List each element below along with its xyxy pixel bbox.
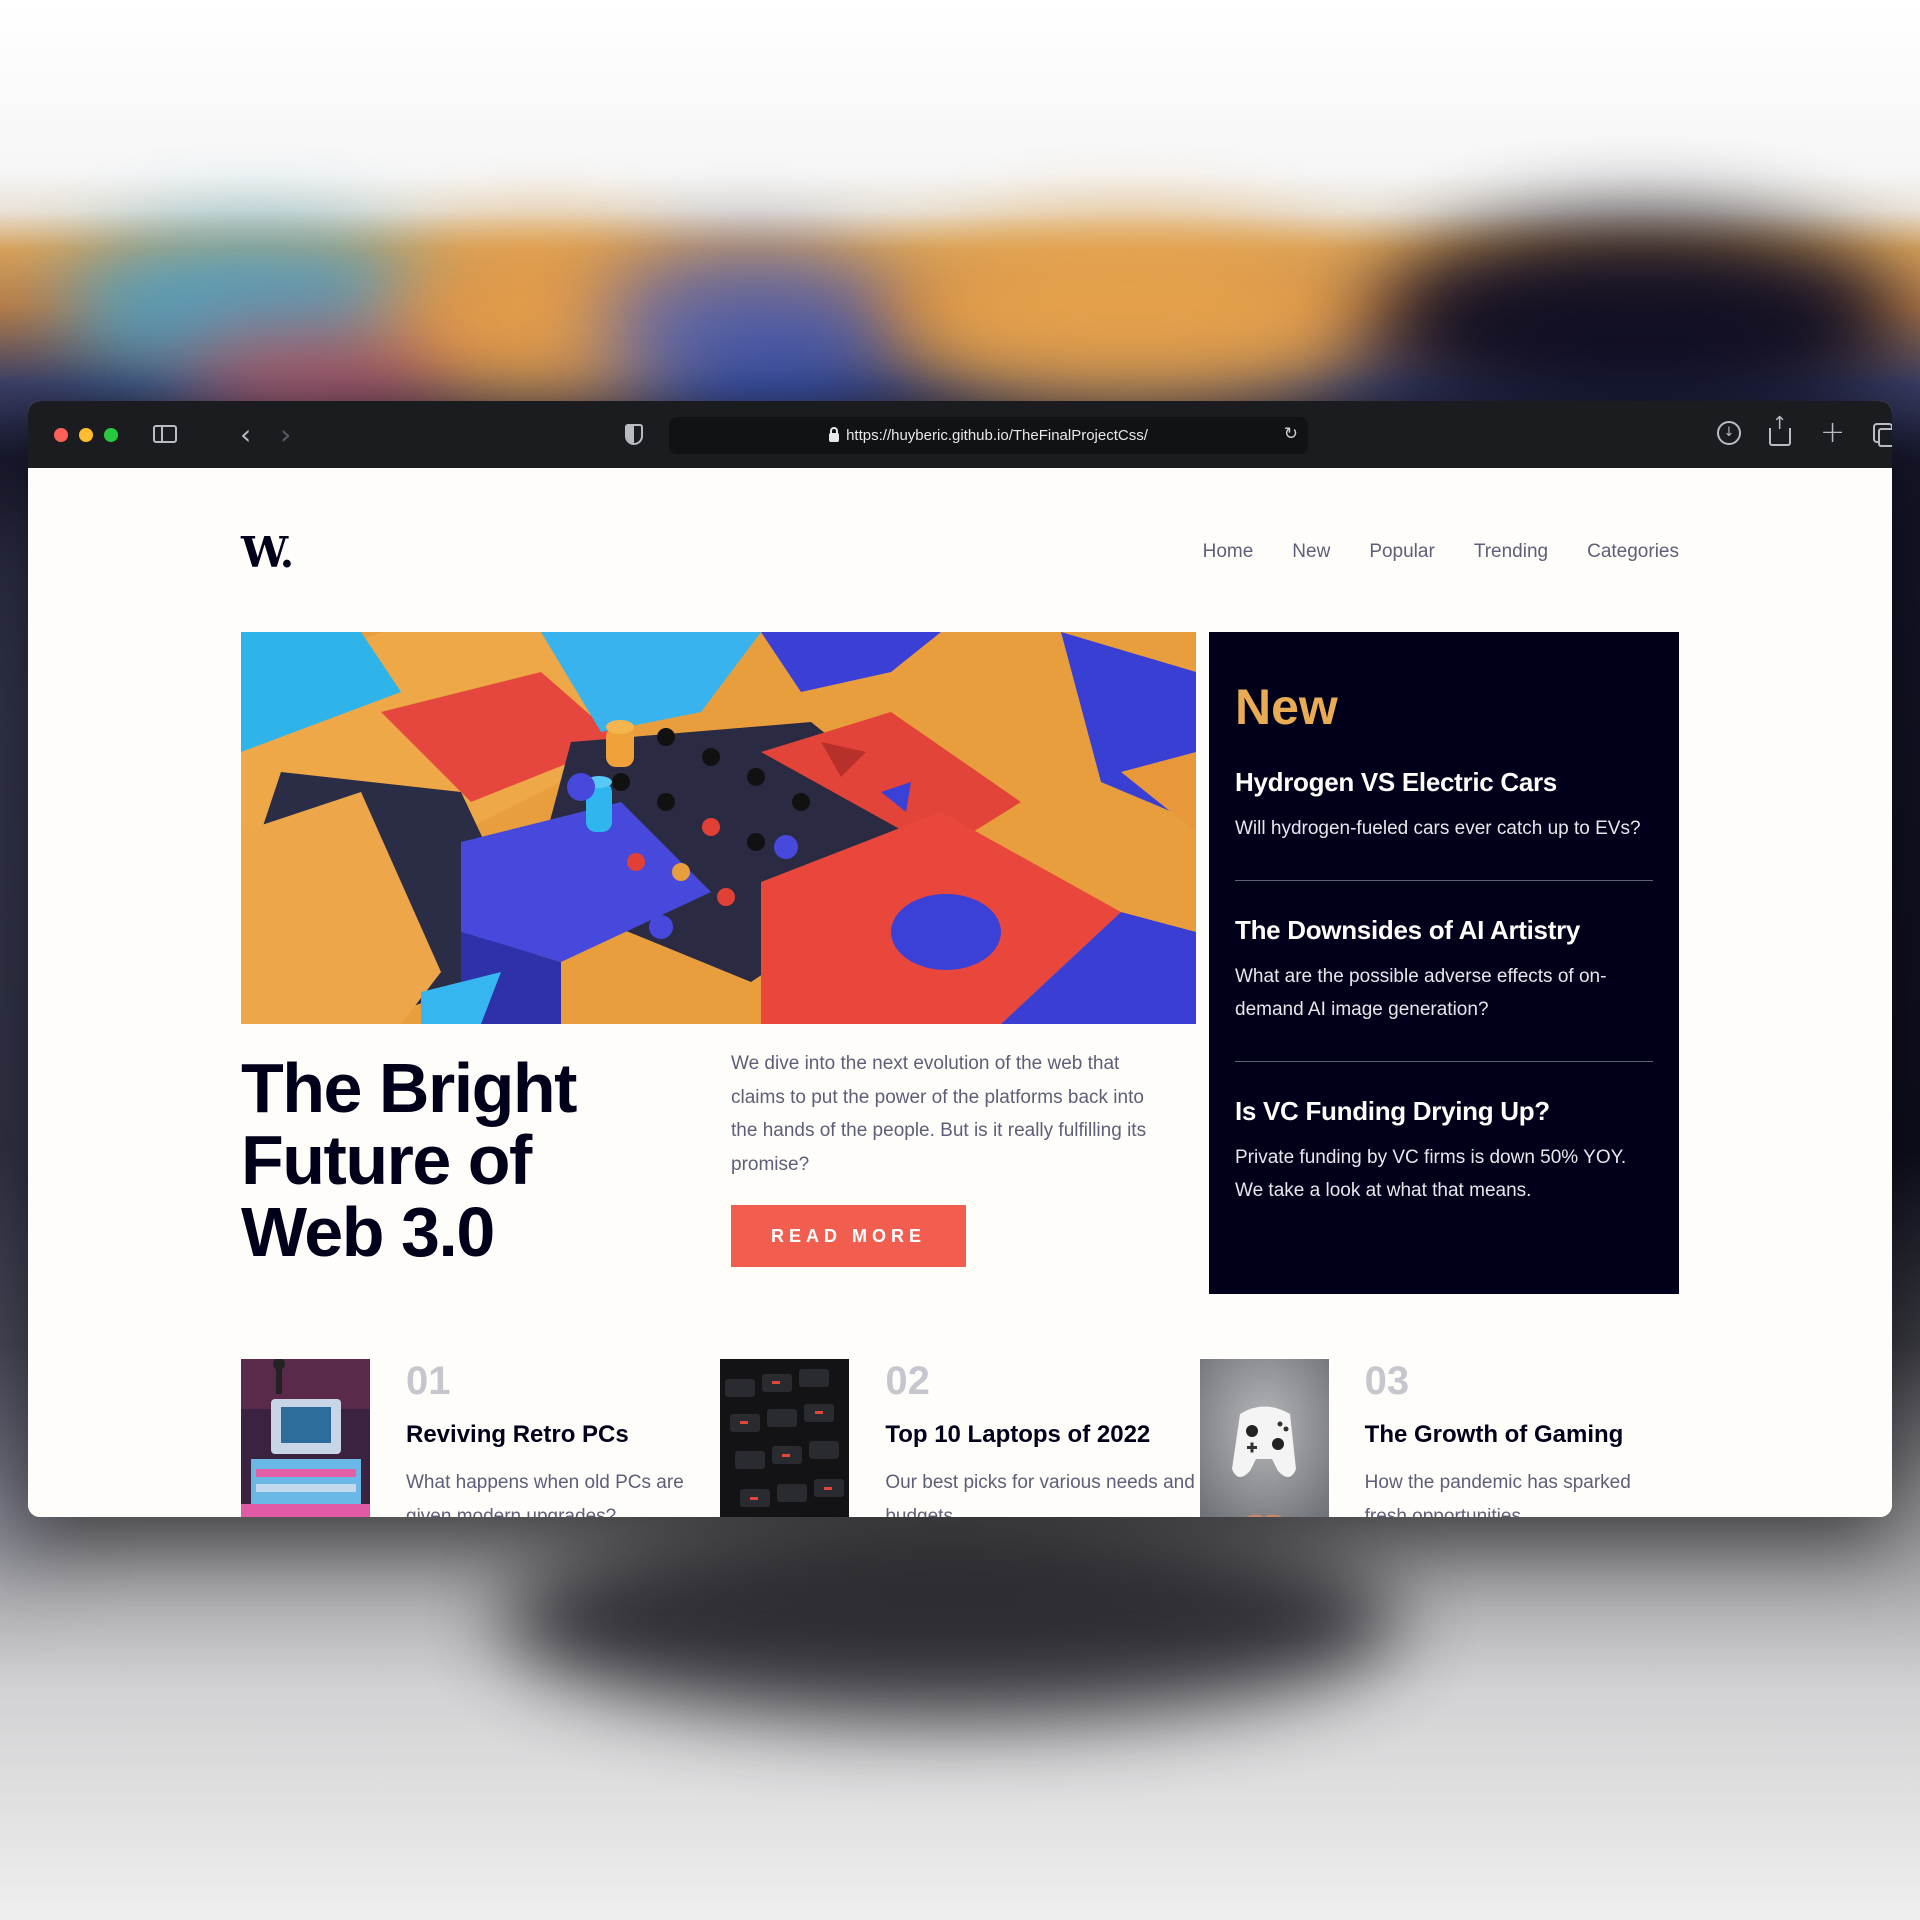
minimize-icon[interactable]	[79, 428, 93, 442]
site-logo[interactable]: W.	[241, 528, 294, 577]
new-tab-icon[interactable]: +	[1820, 415, 1845, 450]
top-articles-row: 01 Reviving Retro PCs What happens when …	[241, 1359, 1679, 1517]
laptop-keyboard-image[interactable]	[720, 1359, 850, 1517]
shield-icon[interactable]	[625, 424, 643, 445]
hero-image	[241, 632, 1196, 1024]
reload-icon[interactable]: ↻	[1284, 424, 1298, 444]
new-item[interactable]: The Downsides of AI Artistry What are th…	[1235, 915, 1653, 1062]
hero-description: We dive into the next evolution of the w…	[731, 1053, 1147, 1175]
new-item-title[interactable]: The Downsides of AI Artistry	[1235, 915, 1653, 946]
nav-trending[interactable]: Trending	[1474, 541, 1548, 563]
retro-pc-image[interactable]	[241, 1359, 370, 1517]
hero-title: The Bright Future of Web 3.0	[241, 1049, 577, 1271]
new-item[interactable]: Hydrogen VS Electric Cars Will hydrogen-…	[1235, 767, 1653, 881]
article-text: What happens when old PCs are given mode…	[406, 1472, 684, 1517]
new-item-title[interactable]: Hydrogen VS Electric Cars	[1235, 767, 1653, 798]
new-heading: New	[1235, 679, 1338, 735]
read-more-button[interactable]: READ MORE	[731, 1205, 966, 1267]
share-icon[interactable]	[1769, 413, 1791, 446]
download-icon[interactable]: ↓	[1717, 421, 1741, 445]
url-text: https://huyberic.github.io/TheFinalProje…	[846, 427, 1148, 444]
tabs-overview-icon[interactable]	[1873, 423, 1892, 447]
close-icon[interactable]	[54, 428, 68, 442]
article-card[interactable]: 01 Reviving Retro PCs What happens when …	[241, 1359, 720, 1517]
web-page: W. Home New Popular Trending Categories	[28, 468, 1892, 1517]
new-item-text: Will hydrogen-fueled cars ever catch up …	[1235, 818, 1641, 839]
article-text: How the pandemic has sparked fresh oppor…	[1364, 1472, 1631, 1517]
article-title[interactable]: Top 10 Laptops of 2022	[885, 1421, 1150, 1449]
new-item-text: Private funding by VC firms is down 50% …	[1235, 1146, 1627, 1202]
browser-toolbar: ‹ › https://huyberic.github.io/TheFinalP…	[28, 401, 1892, 468]
new-item[interactable]: Is VC Funding Drying Up? Private funding…	[1235, 1096, 1653, 1242]
back-icon[interactable]: ‹	[240, 418, 251, 451]
browser-window: ‹ › https://huyberic.github.io/TheFinalP…	[28, 401, 1892, 1517]
new-articles-panel: New Hydrogen VS Electric Cars Will hydro…	[1209, 632, 1679, 1294]
article-text: Our best picks for various needs and bud…	[885, 1472, 1195, 1517]
nav-home[interactable]: Home	[1203, 541, 1254, 563]
article-title[interactable]: Reviving Retro PCs	[406, 1421, 629, 1449]
address-bar[interactable]: https://huyberic.github.io/TheFinalProje…	[669, 417, 1308, 454]
article-title[interactable]: The Growth of Gaming	[1365, 1421, 1624, 1449]
nav-categories[interactable]: Categories	[1587, 541, 1679, 563]
nav-popular[interactable]: Popular	[1369, 541, 1435, 563]
article-card[interactable]: 02 Top 10 Laptops of 2022 Our best picks…	[720, 1359, 1199, 1517]
new-item-title[interactable]: Is VC Funding Drying Up?	[1235, 1096, 1653, 1127]
new-item-text: What are the possible adverse effects of…	[1235, 965, 1607, 1021]
main-nav: Home New Popular Trending Categories	[1203, 541, 1679, 563]
sidebar-icon[interactable]	[153, 425, 177, 443]
zoom-icon[interactable]	[104, 428, 118, 442]
game-controller-image[interactable]	[1199, 1359, 1329, 1517]
article-number: 01	[406, 1359, 451, 1403]
nav-new[interactable]: New	[1292, 541, 1330, 563]
window-controls	[54, 428, 118, 442]
article-card[interactable]: 03 The Growth of Gaming How the pandemic…	[1199, 1359, 1679, 1517]
article-number: 02	[885, 1359, 930, 1403]
forward-icon[interactable]: ›	[280, 418, 291, 451]
article-number: 03	[1364, 1359, 1410, 1403]
lock-icon	[829, 427, 840, 442]
